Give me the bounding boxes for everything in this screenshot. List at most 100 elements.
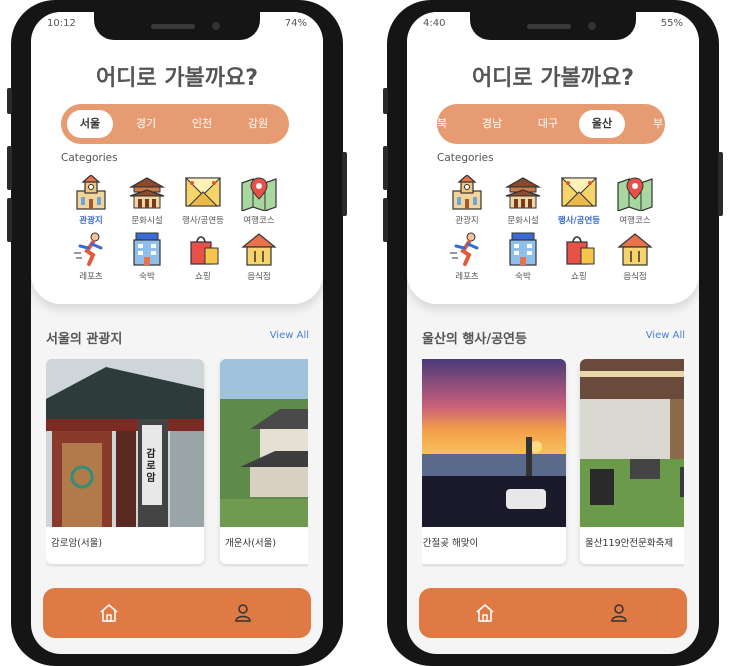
- phone-frame-left: 10:12 74% 어디로 가볼까요? 서울 경기 인천 강원 Categori…: [7, 0, 347, 666]
- region-tab-gyeongbuk[interactable]: 북: [437, 110, 465, 138]
- category-label: 관광지: [455, 216, 479, 226]
- category-culture[interactable]: 문화시설: [493, 175, 553, 226]
- categories-label: Categories: [61, 152, 118, 164]
- category-label: 쇼핑: [571, 272, 587, 282]
- category-label: 숙박: [515, 272, 531, 282]
- category-tourist-spot[interactable]: 관광지: [437, 175, 497, 226]
- category-label: 여행코스: [243, 216, 275, 226]
- category-label: 숙박: [139, 272, 155, 282]
- event-name: 산 간절곶 해맞이: [422, 538, 479, 549]
- palace-icon: [504, 177, 542, 209]
- region-tab-ulsan[interactable]: 울산: [579, 110, 625, 138]
- phone-frame-right: 4:40 55% 어디로 가볼까요? 북 경남 대구 울산 부 Categori…: [383, 0, 723, 666]
- category-label: 행사/공연등: [182, 216, 224, 226]
- side-button: [7, 198, 12, 242]
- category-label: 음식점: [247, 272, 271, 282]
- event-name: 울산119안전문화축제: [585, 538, 674, 549]
- place-card[interactable]: 감로암 감로암(서울): [46, 359, 204, 564]
- volume-down-button: [383, 146, 388, 190]
- category-lodging[interactable]: 숙박: [117, 231, 177, 282]
- category-label: 문화시설: [131, 216, 163, 226]
- hotel-icon: [133, 232, 161, 266]
- category-label: 여행코스: [619, 216, 651, 226]
- view-all-link[interactable]: View All: [646, 330, 685, 341]
- region-tabs: 북 경남 대구 울산 부: [437, 104, 665, 144]
- runner-icon: [450, 232, 479, 266]
- map-pin-icon: [241, 177, 277, 211]
- section-title: 울산의 행사/공연등: [422, 332, 527, 347]
- category-lodging[interactable]: 숙박: [493, 231, 553, 282]
- stage-icon: [560, 177, 598, 207]
- hotel-icon: [509, 232, 537, 266]
- page-title: 어디로 가볼까요?: [471, 66, 635, 91]
- camera-notch: [470, 12, 636, 40]
- home-icon[interactable]: [475, 603, 495, 623]
- category-label: 관광지: [79, 216, 103, 226]
- place-name: 개운사(서울): [225, 538, 277, 549]
- event-card[interactable]: 산 간절곶 해맞이: [422, 359, 566, 564]
- region-tab-seoul[interactable]: 서울: [67, 110, 113, 138]
- status-battery: 74%: [284, 17, 307, 29]
- categories-label: Categories: [437, 152, 494, 164]
- profile-icon[interactable]: [233, 603, 253, 623]
- category-shopping[interactable]: 쇼핑: [549, 231, 609, 282]
- camera-notch: [94, 12, 260, 40]
- category-leisure-sports[interactable]: 레포츠: [437, 231, 497, 282]
- event-photo: [580, 359, 684, 527]
- status-time: 10:12: [47, 17, 76, 29]
- app-screen: 10:12 74% 어디로 가볼까요? 서울 경기 인천 강원 Categori…: [31, 12, 323, 654]
- place-card[interactable]: 개운사(서울): [220, 359, 308, 564]
- category-tourist-spot[interactable]: 관광지: [61, 175, 121, 226]
- category-label: 음식점: [623, 272, 647, 282]
- category-courses[interactable]: 여행코스: [229, 175, 289, 226]
- category-label: 레포츠: [79, 272, 103, 282]
- view-all-link[interactable]: View All: [270, 330, 309, 341]
- restaurant-icon: [241, 233, 277, 266]
- power-button: [718, 152, 723, 216]
- runner-icon: [74, 232, 103, 266]
- volume-up-button: [383, 88, 388, 114]
- region-tab-daegu[interactable]: 대구: [525, 110, 571, 138]
- category-label: 문화시설: [507, 216, 539, 226]
- status-battery: 55%: [660, 17, 683, 29]
- region-tab-gyeongnam[interactable]: 경남: [469, 110, 515, 138]
- category-label: 행사/공연등: [557, 216, 601, 226]
- sign-text: 감로암: [146, 449, 156, 484]
- category-leisure-sports[interactable]: 레포츠: [61, 231, 121, 282]
- header-card: 4:40 55% 어디로 가볼까요? 북 경남 대구 울산 부 Categori…: [407, 12, 699, 304]
- category-restaurant[interactable]: 음식점: [605, 231, 665, 282]
- category-restaurant[interactable]: 음식점: [229, 231, 289, 282]
- category-shopping[interactable]: 쇼핑: [173, 231, 233, 282]
- stage-icon: [184, 177, 222, 207]
- section-title: 서울의 관광지: [46, 332, 123, 347]
- category-events[interactable]: 행사/공연등: [173, 175, 233, 226]
- app-screen: 4:40 55% 어디로 가볼까요? 북 경남 대구 울산 부 Categori…: [407, 12, 699, 654]
- tower-icon: [452, 175, 482, 210]
- shopping-bag-icon: [190, 236, 219, 265]
- category-culture[interactable]: 문화시설: [117, 175, 177, 226]
- category-label: 레포츠: [455, 272, 479, 282]
- place-carousel: 감로암 감로암(서울) 개운사(서울): [46, 359, 308, 567]
- event-carousel: 산 간절곶 해맞이 울산119안전문화축제: [422, 359, 684, 567]
- home-icon[interactable]: [99, 603, 119, 623]
- region-tab-gangwon[interactable]: 강원: [235, 110, 281, 138]
- region-tab-incheon[interactable]: 인천: [179, 110, 225, 138]
- profile-icon[interactable]: [609, 603, 629, 623]
- side-button: [383, 198, 388, 242]
- power-button: [342, 152, 347, 216]
- event-photo: [422, 359, 566, 527]
- place-photo: [46, 359, 204, 527]
- tower-icon: [76, 175, 106, 210]
- region-tab-busan[interactable]: 부: [635, 110, 665, 138]
- header-card: 10:12 74% 어디로 가볼까요? 서울 경기 인천 강원 Categori…: [31, 12, 323, 304]
- place-photo: [220, 359, 308, 527]
- category-events[interactable]: 행사/공연등: [549, 175, 609, 226]
- map-pin-icon: [617, 177, 653, 211]
- volume-down-button: [7, 146, 12, 190]
- place-name: 감로암(서울): [51, 538, 103, 549]
- event-card[interactable]: 울산119안전문화축제: [580, 359, 684, 564]
- volume-up-button: [7, 88, 12, 114]
- page-title: 어디로 가볼까요?: [95, 66, 259, 91]
- category-courses[interactable]: 여행코스: [605, 175, 665, 226]
- region-tab-gyeonggi[interactable]: 경기: [123, 110, 169, 138]
